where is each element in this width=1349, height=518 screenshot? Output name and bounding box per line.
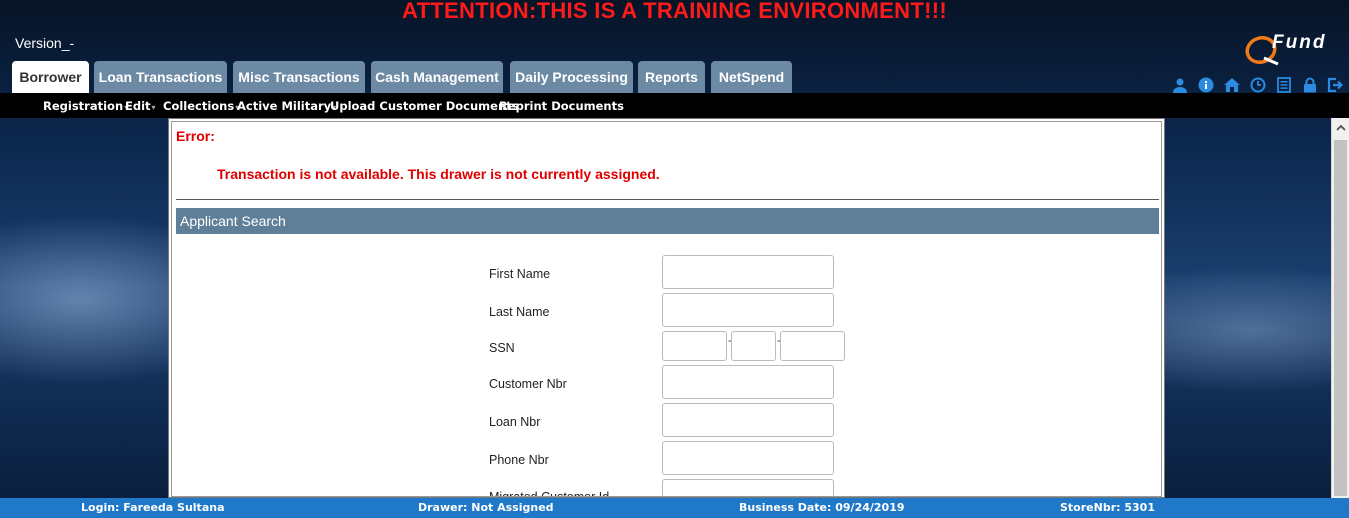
ssn-label: SSN xyxy=(489,341,515,355)
loan-nbr-input[interactable] xyxy=(662,403,834,437)
divider xyxy=(176,199,1159,200)
first-name-input[interactable] xyxy=(662,255,834,289)
migrated-customer-id-input[interactable] xyxy=(662,479,834,496)
content-frame: Error: Transaction is not available. Thi… xyxy=(171,121,1162,497)
ssn-part3-input[interactable] xyxy=(780,331,845,361)
chevron-down-icon: ▾ xyxy=(151,103,156,112)
loan-nbr-label: Loan Nbr xyxy=(489,415,541,429)
tab-reports[interactable]: Reports xyxy=(638,61,705,93)
lock-icon[interactable] xyxy=(1300,75,1320,95)
tab-misc-transactions[interactable]: Misc Transactions xyxy=(233,61,365,93)
store-number-status: StoreNbr: 5301 xyxy=(1060,501,1155,514)
submenu-reprint-documents[interactable]: Reprint Documents xyxy=(499,99,624,113)
login-status: Login: Fareeda Sultana xyxy=(81,501,225,514)
sub-navigation: Registration▾ Edit▾ Collections▾ Active … xyxy=(0,93,1349,118)
submenu-active-military-label: Active Military xyxy=(237,99,332,113)
first-name-label: First Name xyxy=(489,267,551,281)
tab-cash-management[interactable]: Cash Management xyxy=(371,61,503,93)
logo-text: Fund xyxy=(1272,32,1327,53)
submenu-registration[interactable]: Registration▾ xyxy=(43,99,128,113)
ssn-part2-input[interactable] xyxy=(731,331,776,361)
drawer-status: Drawer: Not Assigned xyxy=(418,501,554,514)
submenu-edit[interactable]: Edit▾ xyxy=(125,99,156,113)
customer-nbr-label: Customer Nbr xyxy=(489,377,567,391)
migrated-customer-id-label: Migrated Customer Id xyxy=(489,490,610,497)
tab-loan-transactions[interactable]: Loan Transactions xyxy=(94,61,227,93)
scroll-up-arrow-icon[interactable] xyxy=(1332,118,1349,136)
user-icon[interactable] xyxy=(1170,75,1190,95)
last-name-label: Last Name xyxy=(489,305,550,319)
tab-borrower[interactable]: Borrower xyxy=(12,61,89,93)
qfund-logo: Fund xyxy=(1242,30,1346,70)
clock-icon[interactable] xyxy=(1248,75,1268,95)
vertical-scrollbar[interactable] xyxy=(1331,118,1349,498)
submenu-edit-label: Edit xyxy=(125,99,151,113)
submenu-upload-customer-documents[interactable]: Upload Customer Documents xyxy=(330,99,519,113)
status-bar: Login: Fareeda Sultana Drawer: Not Assig… xyxy=(0,498,1349,518)
phone-nbr-input[interactable] xyxy=(662,441,834,475)
version-label: Version_- xyxy=(15,35,75,51)
logout-icon[interactable] xyxy=(1326,75,1346,95)
submenu-collections[interactable]: Collections▾ xyxy=(163,99,239,113)
scrollbar-thumb[interactable] xyxy=(1334,140,1347,496)
content-panel: Error: Transaction is not available. Thi… xyxy=(168,118,1165,498)
ssn-part1-input[interactable] xyxy=(662,331,727,361)
submenu-registration-label: Registration xyxy=(43,99,124,113)
error-label: Error: xyxy=(176,128,215,144)
list-icon[interactable] xyxy=(1274,75,1294,95)
applicant-search-header: Applicant Search xyxy=(176,208,1159,234)
error-message: Transaction is not available. This drawe… xyxy=(217,166,660,182)
info-icon[interactable] xyxy=(1196,75,1216,95)
submenu-collections-label: Collections xyxy=(163,99,235,113)
phone-nbr-label: Phone Nbr xyxy=(489,453,549,467)
submenu-upload-label: Upload Customer Documents xyxy=(330,99,519,113)
tab-daily-processing[interactable]: Daily Processing xyxy=(510,61,633,93)
submenu-reprint-label: Reprint Documents xyxy=(499,99,624,113)
training-banner: ATTENTION:THIS IS A TRAINING ENVIRONMENT… xyxy=(402,0,947,23)
tab-netspend[interactable]: NetSpend xyxy=(711,61,792,93)
business-date-status: Business Date: 09/24/2019 xyxy=(739,501,905,514)
submenu-active-military[interactable]: Active Military▾ xyxy=(237,99,336,113)
last-name-input[interactable] xyxy=(662,293,834,327)
customer-nbr-input[interactable] xyxy=(662,365,834,399)
home-icon[interactable] xyxy=(1222,75,1242,95)
